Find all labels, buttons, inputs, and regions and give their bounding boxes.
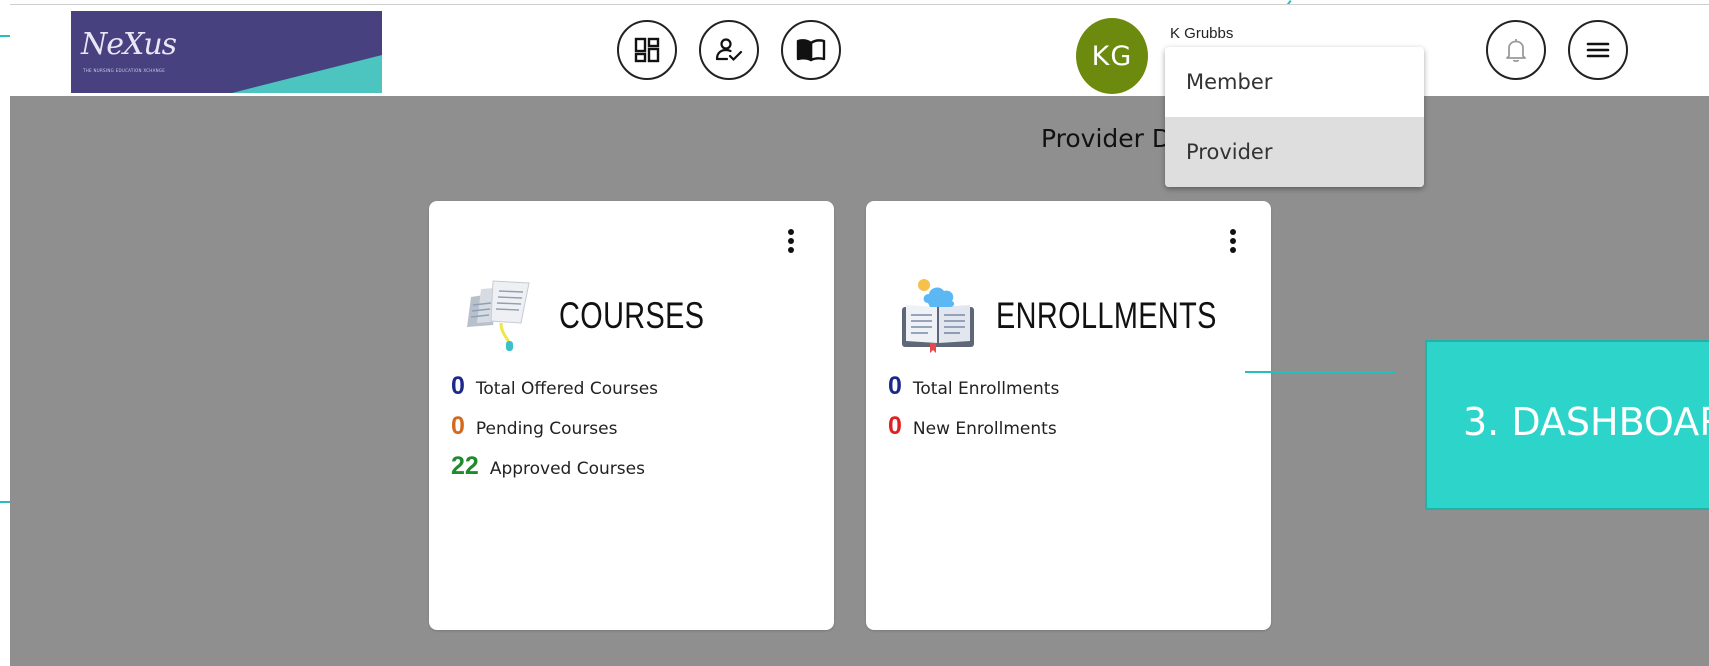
user-check-icon xyxy=(715,37,743,63)
role-option-member[interactable]: Member xyxy=(1165,47,1424,117)
enrollments-card-menu-icon[interactable] xyxy=(1230,229,1238,257)
main-menu-button[interactable] xyxy=(1568,20,1628,80)
enrollments-heading: ENROLLMENTS xyxy=(996,295,1217,336)
stat-value: 0 xyxy=(888,412,902,440)
dashboard-icon xyxy=(634,37,660,63)
dashboard-button[interactable] xyxy=(617,20,677,80)
screenshot: NeXus THE NURSING EDUCATION XCHANGE KG K… xyxy=(0,0,1709,666)
stat-value: 0 xyxy=(451,412,465,440)
logo-tagline: THE NURSING EDUCATION XCHANGE xyxy=(83,68,166,73)
role-option-provider[interactable]: Provider xyxy=(1165,117,1424,187)
user-check-button[interactable] xyxy=(699,20,759,80)
book-open-icon xyxy=(796,38,826,62)
menu-icon xyxy=(1586,40,1610,60)
stat-label: Approved Courses xyxy=(489,459,645,479)
annotation-callout: 3. DASHBOARD xyxy=(1425,340,1709,510)
role-dropdown-menu: Member Provider xyxy=(1165,47,1424,187)
enrollment-book-icon xyxy=(900,277,976,355)
stat-pending-courses[interactable]: 0 Pending Courses xyxy=(451,412,617,441)
course-papers-icon xyxy=(463,277,539,355)
stat-value: 0 xyxy=(451,372,465,400)
bell-icon xyxy=(1505,37,1527,63)
avatar[interactable]: KG xyxy=(1076,18,1148,94)
stat-total-offered-courses[interactable]: 0 Total Offered Courses xyxy=(451,372,658,401)
stat-label: Total Enrollments xyxy=(912,379,1060,399)
courses-card: COURSES 0 Total Offered Courses 0 Pendin… xyxy=(429,201,834,630)
annotation-line-dashboard xyxy=(1245,371,1395,373)
user-name: K Grubbs xyxy=(1170,25,1234,42)
logo-accent-shape xyxy=(232,55,382,93)
stat-value: 0 xyxy=(888,372,902,400)
logo-wordmark: NeXus xyxy=(81,27,177,62)
stat-new-enrollments[interactable]: 0 New Enrollments xyxy=(888,412,1057,441)
notifications-button[interactable] xyxy=(1486,20,1546,80)
course-catalog-button[interactable] xyxy=(781,20,841,80)
stat-label: New Enrollments xyxy=(912,419,1057,439)
top-header: NeXus THE NURSING EDUCATION XCHANGE KG K… xyxy=(10,4,1709,96)
stat-total-enrollments[interactable]: 0 Total Enrollments xyxy=(888,372,1059,401)
stat-approved-courses[interactable]: 22 Approved Courses xyxy=(451,452,645,481)
annotation-label: 3. DASHBOARD xyxy=(1463,400,1709,444)
stat-label: Pending Courses xyxy=(475,419,618,439)
courses-heading: COURSES xyxy=(559,295,705,336)
enrollments-card: ENROLLMENTS 0 Total Enrollments 0 New En… xyxy=(866,201,1271,630)
stat-value: 22 xyxy=(451,452,479,480)
nexus-logo[interactable]: NeXus THE NURSING EDUCATION XCHANGE xyxy=(71,11,382,93)
stat-label: Total Offered Courses xyxy=(475,379,659,399)
avatar-initials: KG xyxy=(1091,40,1133,72)
courses-card-menu-icon[interactable] xyxy=(788,229,796,257)
